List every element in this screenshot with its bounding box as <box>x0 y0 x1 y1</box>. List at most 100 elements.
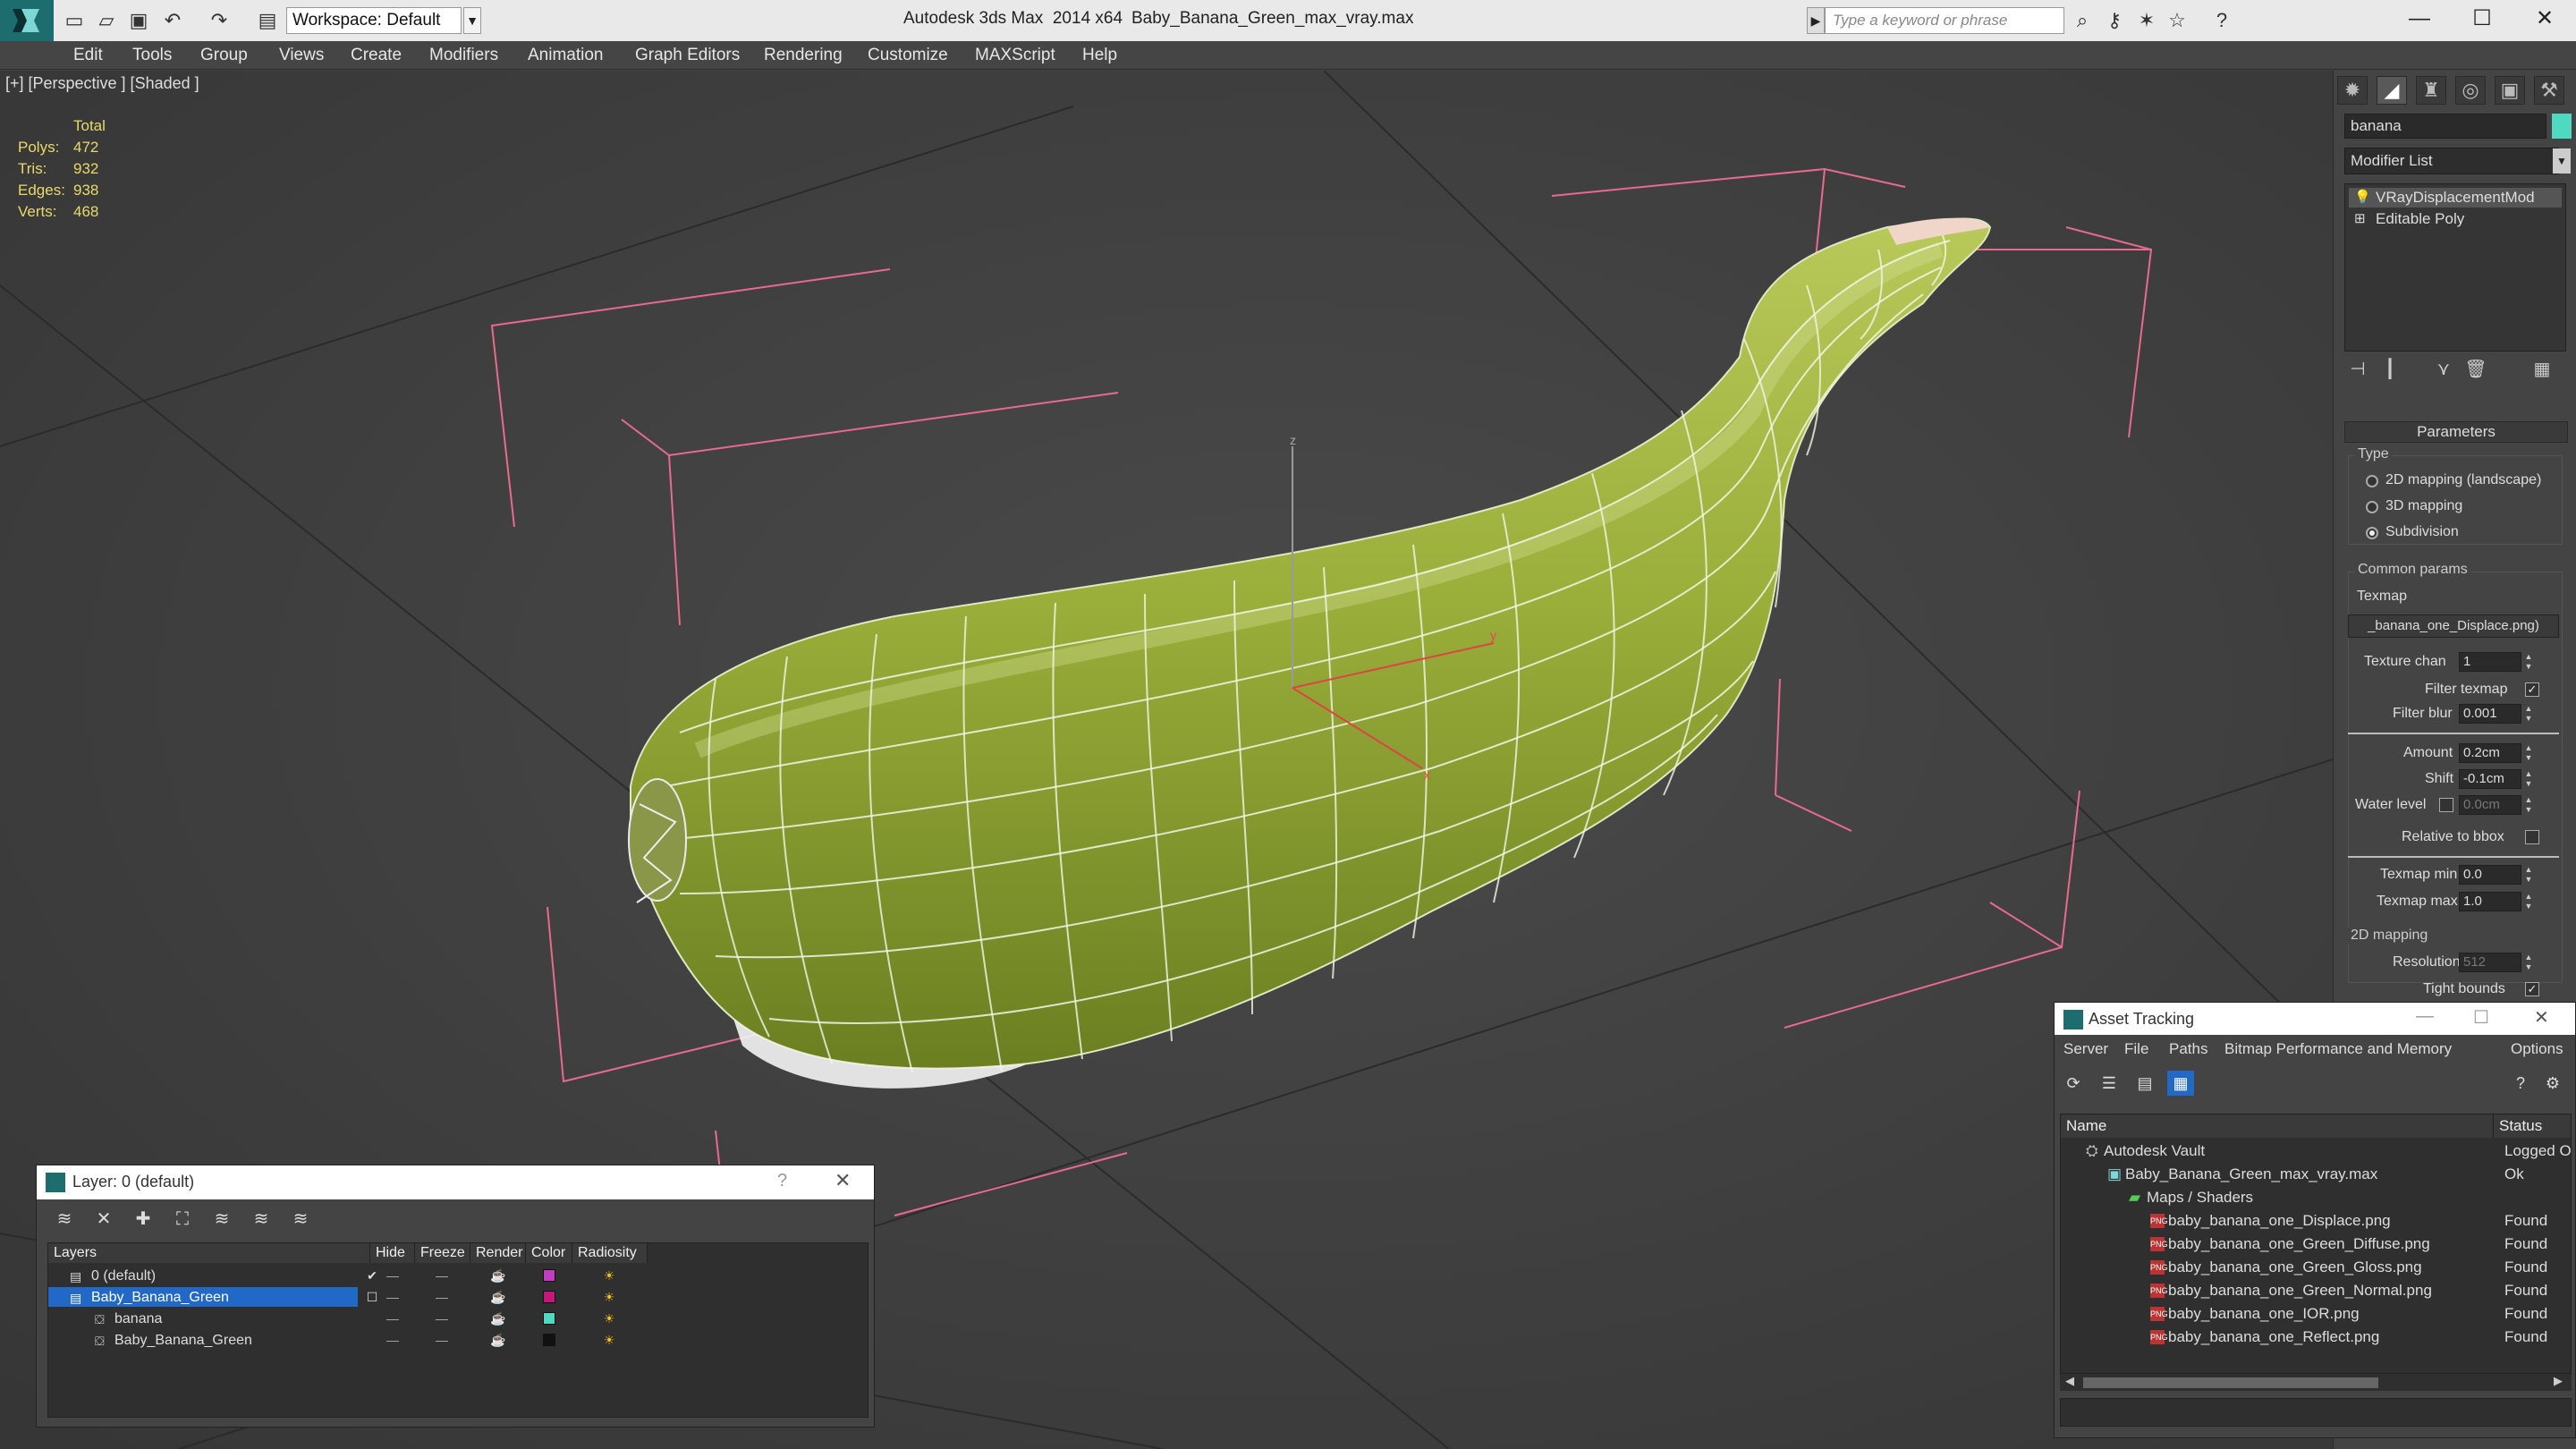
render-teapot-icon[interactable]: ☕ <box>485 1308 512 1329</box>
radiosity-icon[interactable]: ☀ <box>596 1308 623 1329</box>
pin-stack-icon[interactable]: ⊣ <box>2344 357 2371 382</box>
app-menu-button[interactable] <box>0 0 54 41</box>
display-tab-icon[interactable]: ▣ <box>2495 76 2525 105</box>
search-expand-icon[interactable]: ▶ <box>1807 7 1825 34</box>
close-button[interactable]: ✕ <box>2534 1006 2549 1029</box>
render-teapot-icon[interactable]: ☕ <box>485 1329 512 1351</box>
scrollbar-thumb[interactable] <box>2083 1377 2378 1388</box>
spinner-arrows-icon[interactable]: ▲ ▼ <box>2523 865 2534 885</box>
asset-row[interactable]: PNG baby_banana_one_Displace.png Found <box>2061 1209 2571 1233</box>
object-color-swatch[interactable] <box>2552 114 2572 139</box>
chevron-down-icon[interactable]: ▼ <box>463 7 481 34</box>
settings-icon[interactable]: ⚙ <box>2539 1071 2566 1096</box>
modify-tab-icon[interactable]: ◢ <box>2377 76 2407 105</box>
list-view-icon[interactable]: ☰ <box>2096 1071 2123 1096</box>
menu-rendering[interactable]: Rendering <box>764 41 843 70</box>
menu-group[interactable]: Group <box>200 41 248 70</box>
redo-icon[interactable]: ↷ <box>208 9 231 32</box>
modifier-list-dropdown[interactable]: Modifier List ▼ <box>2344 148 2571 174</box>
menu-animation[interactable]: Animation <box>528 41 604 70</box>
menu-maxscript[interactable]: MAXScript <box>975 41 1055 70</box>
spinner-arrows-icon[interactable]: ▲ ▼ <box>2523 795 2534 815</box>
texture-chan-spinner[interactable]: 1 <box>2459 652 2521 672</box>
communication-icon[interactable]: ✶ <box>2134 9 2159 32</box>
tight-bounds-checkbox[interactable]: ✓ <box>2525 982 2539 996</box>
expand-plus-icon[interactable]: ⊞ <box>2354 209 2366 229</box>
asset-row[interactable]: PNG baby_banana_one_Green_Normal.png Fou… <box>2061 1279 2571 1302</box>
set-current-box-icon[interactable]: ☐ <box>363 1286 381 1308</box>
render-teapot-icon[interactable]: ☕ <box>485 1286 512 1308</box>
menu-customize[interactable]: Customize <box>868 41 948 70</box>
delete-layer-icon[interactable]: ✕ <box>89 1207 119 1232</box>
asset-row[interactable]: PNG baby_banana_one_IOR.png Found <box>2061 1302 2571 1326</box>
maximize-button[interactable]: ☐ <box>2451 0 2513 38</box>
layer-row[interactable]: ▤ 0 (default) ✔ — — ☕ ☀ <box>48 1265 665 1286</box>
layer-color-swatch[interactable] <box>543 1291 555 1303</box>
minimize-button[interactable]: — <box>2388 0 2451 38</box>
water-level-spinner[interactable]: 0.0cm <box>2459 795 2521 815</box>
asset-menu-file[interactable]: File <box>2124 1040 2148 1058</box>
close-button[interactable]: ✕ <box>2513 0 2576 38</box>
show-end-result-icon[interactable]: ┃ <box>2377 357 2403 382</box>
freeze-toggle[interactable]: — <box>428 1308 455 1329</box>
texmap-max-spinner[interactable]: 1.0 <box>2459 892 2521 911</box>
spinner-arrows-icon[interactable]: ▲ ▼ <box>2523 953 2534 972</box>
save-file-icon[interactable]: ▣ <box>127 9 150 32</box>
menu-views[interactable]: Views <box>279 41 324 70</box>
minimize-button[interactable]: — <box>2416 1006 2434 1027</box>
layer-row[interactable]: ⛋ banana — — ☕ ☀ <box>48 1308 665 1329</box>
asset-row[interactable]: PNG baby_banana_one_Reflect.png Found <box>2061 1326 2571 1349</box>
hide-toggle[interactable]: — <box>379 1329 406 1351</box>
help-button[interactable]: ? <box>777 1171 787 1191</box>
horizontal-scrollbar[interactable]: ◀ ▶ <box>2060 1373 2572 1391</box>
binoculars-icon[interactable]: ⌕ <box>2070 9 2095 32</box>
spinner-arrows-icon[interactable]: ▲ ▼ <box>2523 769 2534 789</box>
asset-row[interactable]: ▣ Baby_Banana_Green_max_vray.max Ok <box>2061 1163 2571 1186</box>
spinner-arrows-icon[interactable]: ▲ ▼ <box>2523 892 2534 911</box>
asset-row[interactable]: PNG baby_banana_one_Green_Gloss.png Foun… <box>2061 1256 2571 1279</box>
favorites-star-icon[interactable]: ☆ <box>2165 9 2190 32</box>
amount-spinner[interactable]: 0.2cm <box>2459 743 2521 763</box>
filter-texmap-checkbox[interactable]: ✓ <box>2525 682 2539 697</box>
menu-modifiers[interactable]: Modifiers <box>429 41 498 70</box>
texmap-min-spinner[interactable]: 0.0 <box>2459 865 2521 885</box>
new-file-icon[interactable]: ▭ <box>63 9 86 32</box>
project-folder-icon[interactable]: ▤ <box>256 9 279 32</box>
menu-help[interactable]: Help <box>1082 41 1117 70</box>
spinner-arrows-icon[interactable]: ▲ ▼ <box>2523 743 2534 763</box>
asset-menu-paths[interactable]: Paths <box>2169 1040 2207 1058</box>
stack-item-vraydisplacement[interactable]: 💡 VRayDisplacementMod <box>2349 188 2562 208</box>
asset-row[interactable]: ▰ Maps / Shaders <box>2061 1186 2571 1209</box>
asset-menu-options[interactable]: Options <box>2511 1040 2563 1058</box>
freeze-toggle[interactable]: — <box>428 1286 455 1308</box>
menu-create[interactable]: Create <box>351 41 402 70</box>
viewport-label[interactable]: [+] [Perspective ] [Shaded ] <box>5 74 199 93</box>
scroll-right-icon[interactable]: ▶ <box>2554 1374 2563 1388</box>
help-icon[interactable]: ? <box>2507 1071 2534 1096</box>
radiosity-icon[interactable]: ☀ <box>596 1329 623 1351</box>
layer-color-swatch[interactable] <box>543 1312 555 1325</box>
col-freeze[interactable]: Freeze <box>415 1243 470 1263</box>
asset-row[interactable]: ⛭ Autodesk Vault Logged O <box>2061 1140 2571 1163</box>
scroll-left-icon[interactable]: ◀ <box>2065 1374 2074 1388</box>
freeze-toggle[interactable]: — <box>428 1329 455 1351</box>
refresh-icon[interactable]: ⟳ <box>2060 1071 2087 1096</box>
asset-dialog-titlebar[interactable]: Asset Tracking — ☐ ✕ <box>2055 1003 2575 1035</box>
add-to-layer-icon[interactable]: ✚ <box>128 1207 158 1232</box>
layer-color-swatch[interactable] <box>543 1269 555 1282</box>
utilities-tab-icon[interactable]: ⚒ <box>2534 76 2564 105</box>
menu-edit[interactable]: Edit <box>73 41 103 70</box>
key-icon[interactable]: ⚷ <box>2102 9 2127 32</box>
radiosity-icon[interactable]: ☀ <box>596 1265 623 1286</box>
maximize-button[interactable]: ☐ <box>2473 1006 2489 1029</box>
remove-modifier-icon[interactable]: 🗑 <box>2462 357 2489 382</box>
col-radiosity[interactable]: Radiosity <box>572 1243 648 1263</box>
lightbulb-icon[interactable]: 💡 <box>2354 188 2371 208</box>
close-button[interactable]: ✕ <box>835 1169 851 1192</box>
shift-spinner[interactable]: -0.1cm <box>2459 769 2521 789</box>
create-layer-icon[interactable]: ≋ <box>49 1207 80 1232</box>
layer-row-selected[interactable]: ▤ Baby_Banana_Green ☐ — — ☕ ☀ <box>48 1286 665 1308</box>
freeze-all-layers-icon[interactable]: ≋ <box>285 1207 316 1232</box>
layer-dialog-titlebar[interactable]: Layer: 0 (default) ? ✕ <box>37 1165 874 1199</box>
texmap-button[interactable]: _banana_one_Displace.png) <box>2348 614 2559 638</box>
